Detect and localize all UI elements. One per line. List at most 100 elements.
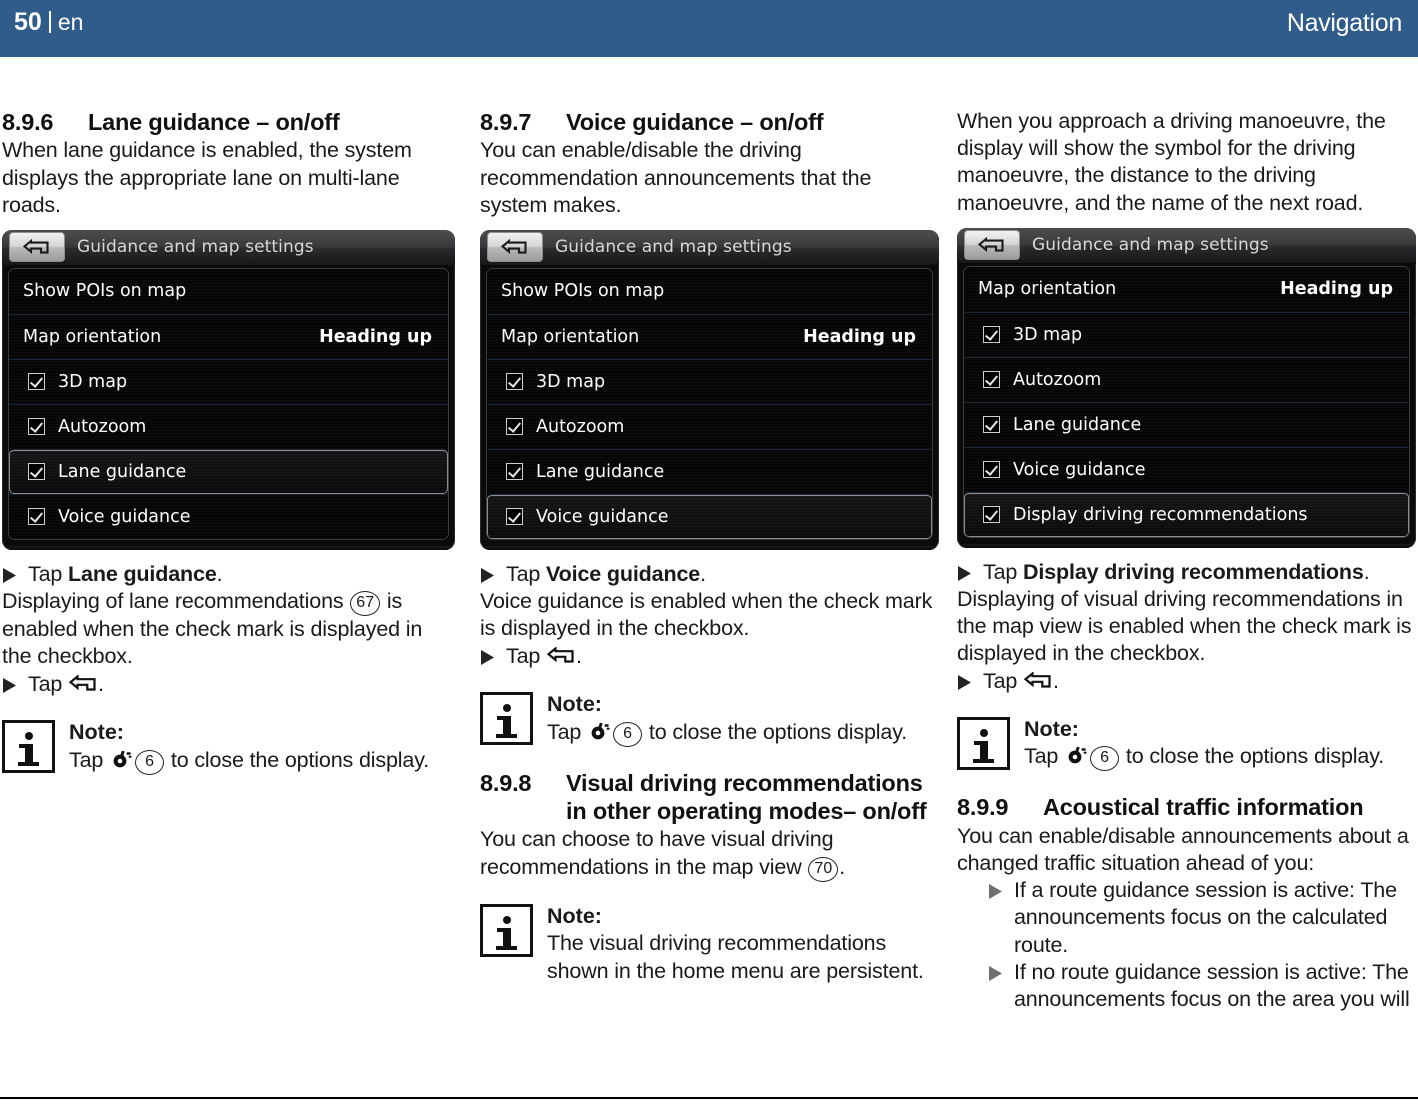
intro-paragraph: When you approach a driving manoeuvre, t… [957,109,1386,215]
page-number: 50 [14,8,42,36]
reference-marker: 67 [350,591,381,617]
intro-paragraph: You can enable/disable the driving recom… [480,138,872,217]
checkbox-icon[interactable] [506,508,523,526]
section-heading-898: 8.9.8 Visual driving recommendations in … [480,769,935,826]
list-item[interactable]: 3D map [9,358,448,404]
page-columns: 8.9.6 Lane guidance – on/off When lane g… [0,57,1418,1097]
triangle-bullet-icon [957,674,976,690]
list-item[interactable]: Map orientation Heading up [964,266,1409,312]
step-text: Tap Voice guidance. [506,561,706,586]
reference-marker: 6 [613,721,643,747]
back-icon[interactable] [964,230,1020,261]
bullet-text: If a route guidance session is active: T… [1014,878,1397,957]
note-box-3: Note: Tap 6 to close the options display… [957,716,1412,772]
info-icon [2,719,55,773]
list-item[interactable]: Autozoom [487,403,932,449]
triangle-bullet-icon [988,884,1007,900]
list-item[interactable]: Map orientation Heading up [487,313,932,359]
checkbox-icon[interactable] [983,326,1000,344]
triangle-bullet-icon [480,567,499,583]
note-box-1: Note: Tap 6 to close the options display… [2,719,457,775]
visual-driving-paragraph: Displaying of visual driving recommendat… [957,586,1412,666]
list-item[interactable]: Map orientation Heading up [9,313,448,359]
note-body: Note: Tap 6 to close the options display… [547,692,935,747]
list-item[interactable]: Voice guidance [9,493,448,539]
row-label: Show POIs on map [23,281,187,302]
list-item[interactable]: Lane guidance [487,448,932,494]
acoustical-intro-paragraph: You can enable/disable announcements abo… [957,823,1409,876]
device-screenshot-2: Guidance and map settings Show POIs on m… [480,229,939,550]
step-bold-label: Display driving recommendations [1023,559,1364,584]
list-item[interactable]: 3D map [964,311,1409,357]
checkbox-icon[interactable] [983,371,1000,389]
checkbox-icon[interactable] [506,463,523,481]
step-tap-voice-guidance: Tap Voice guidance. [480,561,935,588]
row-label: Voice guidance [1013,459,1146,480]
note-text: The visual driving recommendations shown… [547,931,924,983]
checkbox-icon[interactable] [506,418,523,436]
device-list: Show POIs on map Map orientation Heading… [8,267,449,540]
note-title: Note: [547,903,602,928]
device-bottom-edge [2,545,455,550]
info-icon [480,903,533,957]
gear-icon [110,750,132,770]
section-number: 8.9.9 [957,794,1009,821]
note-body: Note: The visual driving recommendations… [547,904,935,985]
step-bold-label: Voice guidance [546,561,701,586]
list-item[interactable]: Show POIs on map [9,268,448,314]
row-label: Lane guidance [58,461,187,482]
section-number: 8.9.8 [480,769,532,796]
back-icon[interactable] [9,232,65,263]
reference-marker: 70 [808,856,839,882]
row-label: Map orientation [23,326,162,347]
checkbox-icon[interactable] [983,461,1000,479]
list-item-selected[interactable]: Display driving recommendations [964,491,1409,537]
row-label: Lane guidance [536,461,665,482]
step-tap-back: Tap . [2,671,457,698]
list-item[interactable]: Show POIs on map [487,268,932,314]
folio-divider [48,11,51,33]
list-item[interactable]: Autozoom [964,356,1409,402]
note-box-2b: Note: The visual driving recommendations… [480,903,935,985]
step-text: Tap Display driving recommendations. [983,559,1370,584]
device-screenshot-3: Guidance and map settings Map orientatio… [957,227,1416,548]
note-title: Note: [547,691,602,716]
list-item-selected[interactable]: Lane guidance [9,448,448,494]
list-item[interactable]: Lane guidance [964,401,1409,447]
note-text: Tap 6 to close the options display. [1024,743,1412,772]
section-title: Lane guidance – on/off [88,109,340,135]
row-label: Lane guidance [1013,414,1142,435]
list-item[interactable]: Voice guidance [964,446,1409,492]
triangle-bullet-icon [988,965,1007,981]
step-tap-display-driving-recommendations: Tap Display driving recommendations. [957,559,1412,586]
list-item[interactable]: Autozoom [9,403,448,449]
checkbox-icon[interactable] [28,508,45,526]
footer-rule [0,1097,1418,1099]
device-titlebar: Guidance and map settings [2,229,455,265]
device-bottom-edge [957,543,1416,548]
triangle-bullet-icon [2,677,21,693]
lane-rec-paragraph: Displaying of lane recommendations 67 is… [2,589,423,669]
checkbox-icon[interactable] [28,418,45,436]
step-text: Tap . [28,671,104,696]
gear-icon [1065,746,1087,766]
checkbox-icon[interactable] [506,373,523,391]
voice-guidance-paragraph: Voice guidance is enabled when the check… [480,589,933,641]
checkbox-icon[interactable] [983,416,1000,434]
back-icon[interactable] [487,232,543,263]
step-text: Tap Lane guidance. [28,561,223,586]
row-value: Heading up [319,326,432,347]
device-bottom-edge [480,545,939,550]
checkbox-icon[interactable] [28,463,45,481]
back-arrow-icon [547,646,575,666]
note-title: Note: [69,719,124,744]
intro-paragraph: When lane guidance is enabled, the syste… [2,138,412,217]
row-label: 3D map [58,371,128,392]
info-icon [957,716,1010,770]
checkbox-icon[interactable] [28,373,45,391]
list-item-selected[interactable]: Voice guidance [487,493,932,539]
row-label: Autozoom [1013,369,1102,390]
checkbox-icon[interactable] [983,506,1000,524]
column-3: When you approach a driving manoeuvre, t… [957,108,1416,1013]
list-item[interactable]: 3D map [487,358,932,404]
